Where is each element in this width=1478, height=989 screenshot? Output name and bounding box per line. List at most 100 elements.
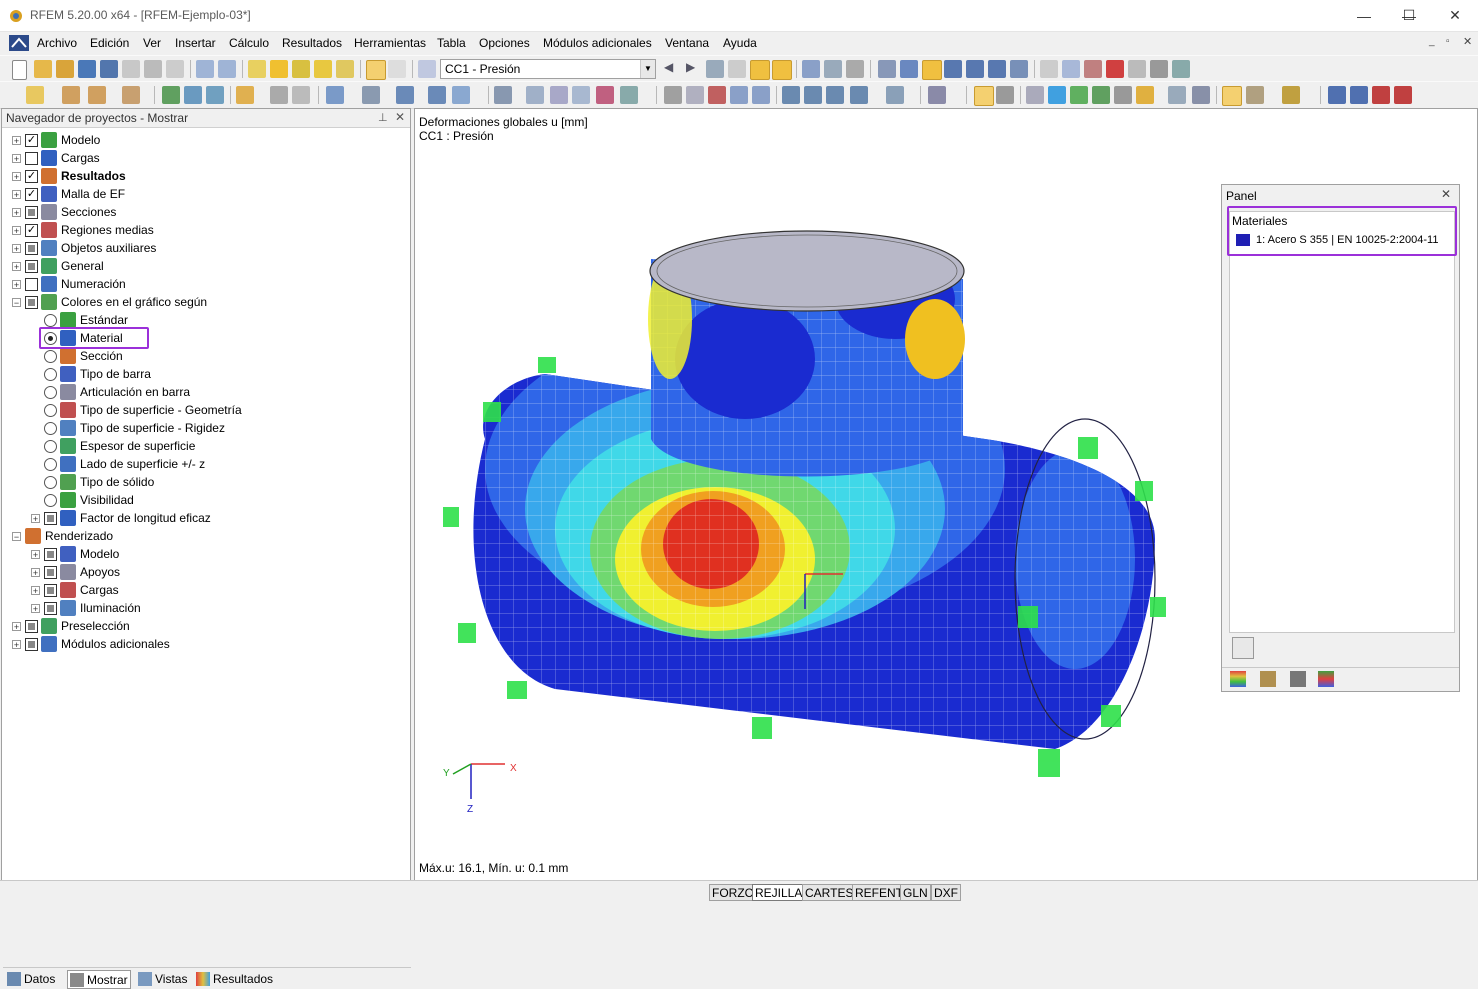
view-y-icon[interactable] — [966, 60, 984, 78]
view-z-icon[interactable] — [988, 60, 1006, 78]
checkbox[interactable]: ✓ — [25, 133, 38, 147]
checkbox[interactable] — [25, 295, 38, 309]
color-bars-icon[interactable] — [1318, 671, 1334, 687]
results-icon[interactable] — [336, 60, 354, 78]
menu-herramientas[interactable]: Herramientas — [354, 36, 426, 50]
undo-icon[interactable] — [196, 60, 214, 78]
generate-icon[interactable] — [596, 86, 614, 104]
print-report-icon[interactable] — [166, 60, 184, 78]
tree-item[interactable]: + General — [12, 257, 104, 275]
pdf-report-icon[interactable] — [1394, 86, 1412, 104]
status-dxf[interactable]: DXF — [931, 884, 961, 901]
axes-x-icon[interactable] — [782, 86, 800, 104]
checkbox[interactable] — [25, 151, 38, 165]
expand-icon[interactable]: + — [12, 243, 21, 253]
check-icon[interactable] — [664, 86, 682, 104]
collapse-icon[interactable]: − — [12, 297, 21, 307]
next-load-case-icon[interactable]: ▶ — [686, 60, 704, 78]
zoom-window-icon[interactable] — [708, 86, 726, 104]
load-case-select[interactable]: CC1 - Presión ▼ — [440, 59, 656, 79]
tree-item[interactable]: + Cargas — [31, 581, 119, 599]
expand-icon[interactable]: + — [12, 279, 21, 289]
mdi-close-icon[interactable]: ✕ — [1463, 35, 1472, 48]
menu-ventana[interactable]: Ventana — [665, 36, 709, 50]
legend-icon[interactable] — [1282, 86, 1300, 104]
panel-toggle-icon[interactable] — [1222, 86, 1242, 106]
tree-item[interactable]: Visibilidad — [31, 491, 134, 509]
radio-button[interactable] — [44, 367, 57, 381]
radio-button[interactable] — [44, 475, 57, 489]
radio-button[interactable] — [44, 313, 57, 327]
checkbox[interactable]: ✓ — [25, 223, 38, 237]
panel-options-icon[interactable] — [1232, 637, 1254, 659]
members-icon[interactable] — [1084, 60, 1102, 78]
new-solid-icon[interactable] — [206, 86, 224, 104]
save-all-icon[interactable] — [78, 60, 96, 78]
tree-item[interactable]: Tipo de barra — [31, 365, 151, 383]
menu-edicion[interactable]: Edición — [90, 36, 129, 50]
checkbox[interactable] — [25, 259, 38, 273]
expand-icon[interactable]: + — [12, 189, 21, 199]
solid-colors-icon[interactable] — [1070, 86, 1088, 104]
expand-icon[interactable]: + — [12, 639, 21, 649]
result-table-icon[interactable] — [1192, 86, 1210, 104]
tree-item[interactable]: + Objetos auxiliares — [12, 239, 156, 257]
export-icon[interactable] — [1328, 86, 1346, 104]
new-line-icon[interactable] — [62, 86, 80, 104]
surfaces-icon[interactable] — [1128, 60, 1146, 78]
expand-icon[interactable]: + — [12, 225, 21, 235]
balance-icon[interactable] — [1260, 671, 1276, 687]
axes-z-icon[interactable] — [826, 86, 844, 104]
section-cut-icon[interactable] — [886, 86, 904, 104]
isolines-icon[interactable] — [1026, 86, 1044, 104]
menu-tabla[interactable]: Tabla — [437, 36, 466, 50]
search-icon[interactable] — [270, 60, 288, 78]
intersect-icon[interactable] — [572, 86, 590, 104]
save-icon[interactable] — [100, 60, 118, 78]
status-forzc[interactable]: FORZC — [709, 884, 757, 901]
grid-view-icon[interactable] — [388, 60, 406, 78]
wire-model-icon[interactable] — [878, 60, 896, 78]
deformation-icon[interactable] — [750, 60, 770, 80]
print-icon[interactable] — [144, 60, 162, 78]
checkbox[interactable]: ✓ — [25, 169, 38, 183]
minimize-window-button[interactable]: — — [1341, 0, 1387, 31]
open-project-icon[interactable] — [56, 60, 74, 78]
expand-icon[interactable]: + — [31, 585, 40, 595]
expand-icon[interactable]: + — [31, 603, 40, 613]
connect-icon[interactable] — [526, 86, 544, 104]
menu-modulos-adicionales[interactable]: Módulos adicionales — [543, 36, 652, 50]
new-opening-icon[interactable] — [184, 86, 202, 104]
expand-icon[interactable]: + — [31, 513, 40, 523]
tree-item[interactable]: + Secciones — [12, 203, 116, 221]
checkbox[interactable] — [44, 547, 57, 561]
menu-opciones[interactable]: Opciones — [479, 36, 530, 50]
radio-button[interactable] — [44, 403, 57, 417]
status-gln[interactable]: GLN — [900, 884, 931, 901]
menu-ayuda[interactable]: Ayuda — [723, 36, 757, 50]
open-file-icon[interactable] — [34, 60, 52, 78]
radio-button[interactable] — [44, 385, 57, 399]
checkbox[interactable] — [44, 601, 57, 615]
checkbox[interactable]: ✓ — [25, 187, 38, 201]
redo-icon[interactable] — [218, 60, 236, 78]
mirror-icon[interactable] — [428, 86, 446, 104]
checkbox[interactable] — [25, 619, 38, 633]
expand-icon[interactable]: + — [31, 567, 40, 577]
solid-model-icon[interactable] — [900, 60, 918, 78]
menu-archivo[interactable]: Archivo — [37, 36, 77, 50]
tree-item[interactable]: Sección — [31, 347, 123, 365]
coordinate-icon[interactable] — [270, 86, 288, 104]
lines-icon[interactable] — [1062, 60, 1080, 78]
filter-icon[interactable] — [1246, 86, 1264, 104]
settings-icon[interactable] — [1172, 60, 1190, 78]
tab-datos[interactable]: Datos — [7, 970, 55, 987]
panel-close-icon[interactable]: ✕ — [1441, 187, 1451, 201]
axes-y-icon[interactable] — [804, 86, 822, 104]
expand-icon[interactable]: + — [12, 621, 21, 631]
menu-calculo[interactable]: Cálculo — [229, 36, 269, 50]
view-rotate-icon[interactable] — [802, 60, 820, 78]
solids-icon[interactable] — [1150, 60, 1168, 78]
iso-view-icon[interactable] — [922, 60, 942, 80]
expand-icon[interactable]: + — [12, 171, 21, 181]
